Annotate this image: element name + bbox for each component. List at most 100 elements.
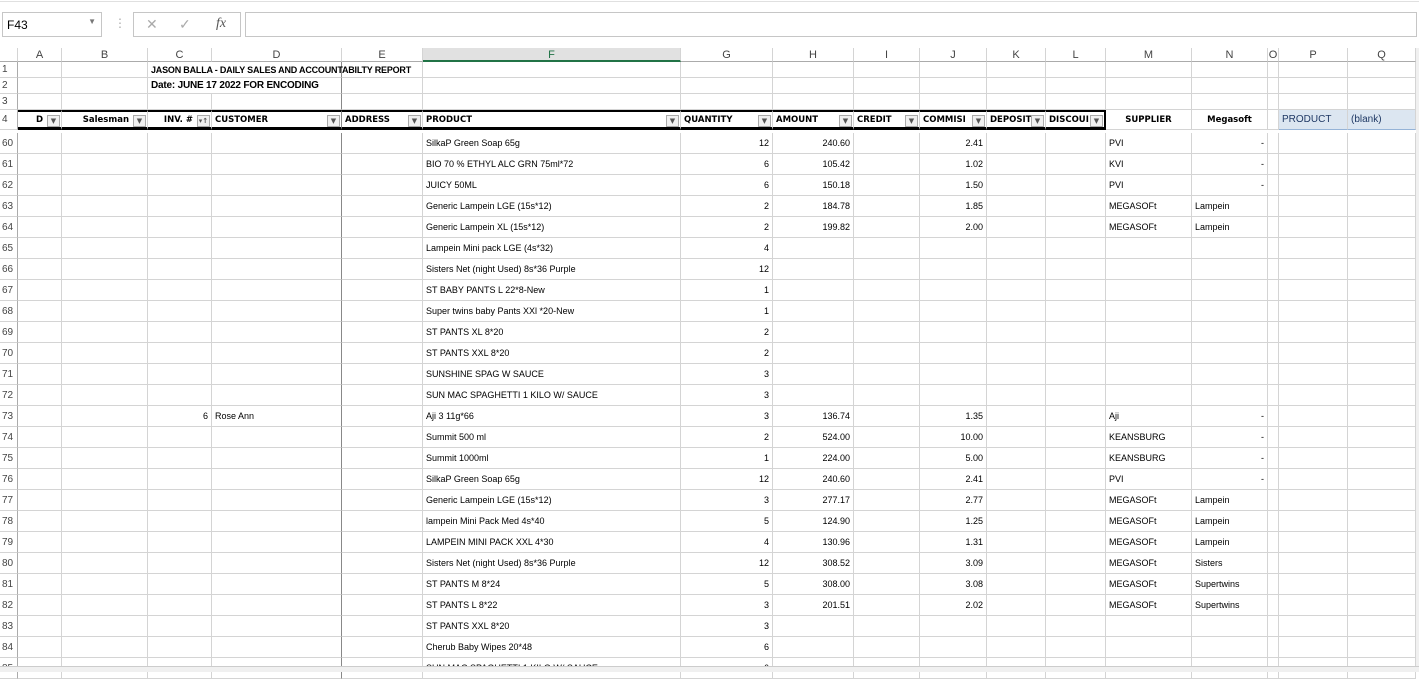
column-header-f[interactable]: F (423, 48, 681, 62)
cell[interactable] (1348, 322, 1416, 343)
cell[interactable] (342, 322, 423, 343)
cell[interactable] (212, 217, 342, 238)
cancel-icon[interactable]: ✕ (146, 16, 158, 33)
row-header[interactable]: 62 (0, 175, 18, 196)
cell[interactable] (1348, 448, 1416, 469)
cell[interactable]: Lampein (1192, 532, 1268, 553)
column-header-j[interactable]: J (920, 48, 987, 62)
column-header-h[interactable]: H (773, 48, 854, 62)
cell[interactable] (1268, 322, 1279, 343)
cell[interactable] (148, 637, 212, 658)
cell[interactable]: Lampein Mini pack LGE (4s*32) (423, 238, 681, 259)
cell[interactable]: 3 (681, 364, 773, 385)
row-header[interactable]: 73 (0, 406, 18, 427)
cell[interactable] (62, 62, 148, 78)
column-header-n[interactable]: N (1192, 48, 1268, 62)
cell[interactable]: - (1192, 448, 1268, 469)
header-m[interactable]: SUPPLIER (1106, 110, 1192, 130)
cell[interactable] (1106, 343, 1192, 364)
cell[interactable] (920, 78, 987, 94)
cell[interactable]: JUICY 50ML (423, 175, 681, 196)
cell[interactable] (854, 406, 920, 427)
cell[interactable] (148, 427, 212, 448)
header-d[interactable]: CUSTOMER ▼ (212, 110, 342, 130)
cell[interactable] (854, 616, 920, 637)
column-header-b[interactable]: B (62, 48, 148, 62)
cell[interactable] (212, 343, 342, 364)
cell[interactable]: BIO 70 % ETHYL ALC GRN 75ml*72 (423, 154, 681, 175)
cell[interactable]: 199.82 (773, 217, 854, 238)
cell[interactable] (1268, 133, 1279, 154)
cell[interactable] (1279, 595, 1348, 616)
cell[interactable]: 1 (681, 448, 773, 469)
cell[interactable]: MEGASOFt (1106, 490, 1192, 511)
cell[interactable] (987, 280, 1046, 301)
cell[interactable] (148, 133, 212, 154)
filter-dropdown-icon[interactable]: ▼ (666, 115, 679, 127)
cell[interactable] (1279, 637, 1348, 658)
cell[interactable]: 5 (681, 574, 773, 595)
cell[interactable] (1046, 217, 1106, 238)
cell[interactable]: KEANSBURG (1106, 427, 1192, 448)
cell[interactable] (18, 553, 62, 574)
cell[interactable]: - (1192, 154, 1268, 175)
cell[interactable] (423, 78, 681, 94)
cell[interactable] (1348, 469, 1416, 490)
cell[interactable]: 2.41 (920, 469, 987, 490)
cell[interactable] (1348, 511, 1416, 532)
cell[interactable] (1268, 94, 1279, 110)
cell[interactable] (18, 94, 62, 110)
cell[interactable] (148, 616, 212, 637)
cell[interactable]: 1.02 (920, 154, 987, 175)
cell[interactable] (773, 322, 854, 343)
cell[interactable] (148, 385, 212, 406)
cell[interactable] (773, 62, 854, 78)
cell[interactable]: LAMPEIN MINI PACK XXL 4*30 (423, 532, 681, 553)
cell[interactable] (987, 469, 1046, 490)
cell[interactable] (18, 196, 62, 217)
cell[interactable] (212, 637, 342, 658)
cell[interactable] (987, 385, 1046, 406)
cell[interactable]: Supertwins (1192, 595, 1268, 616)
column-header-q[interactable]: Q (1348, 48, 1416, 62)
header-g[interactable]: QUANTITY ▼ (681, 110, 773, 130)
cell[interactable] (987, 259, 1046, 280)
cell[interactable]: PVI (1106, 175, 1192, 196)
cell[interactable] (212, 385, 342, 406)
cell[interactable]: 10.00 (920, 427, 987, 448)
cell[interactable] (1348, 133, 1416, 154)
cell[interactable]: 3.09 (920, 553, 987, 574)
cell[interactable] (987, 406, 1046, 427)
cell[interactable] (1046, 343, 1106, 364)
cell[interactable]: Sisters (1192, 553, 1268, 574)
cell[interactable] (62, 217, 148, 238)
cell[interactable] (920, 238, 987, 259)
cell[interactable] (342, 616, 423, 637)
cell[interactable] (62, 637, 148, 658)
cell[interactable] (987, 616, 1046, 637)
cell[interactable] (18, 238, 62, 259)
cell[interactable] (854, 78, 920, 94)
horizontal-scrollbar[interactable] (0, 666, 1419, 672)
cell[interactable] (1279, 78, 1348, 94)
column-header-a[interactable]: A (18, 48, 62, 62)
row-header[interactable]: 68 (0, 301, 18, 322)
enter-icon[interactable]: ✓ (179, 16, 191, 33)
cell[interactable] (1106, 637, 1192, 658)
cell[interactable] (854, 301, 920, 322)
cell[interactable] (1268, 511, 1279, 532)
cell[interactable] (1348, 574, 1416, 595)
cell[interactable] (1348, 238, 1416, 259)
cell[interactable] (773, 616, 854, 637)
cell[interactable] (212, 364, 342, 385)
cell[interactable] (1046, 385, 1106, 406)
cell[interactable] (920, 62, 987, 78)
cell[interactable] (987, 574, 1046, 595)
header-o[interactable] (1268, 110, 1279, 130)
cell[interactable] (212, 553, 342, 574)
cell[interactable] (342, 448, 423, 469)
cell[interactable] (854, 154, 920, 175)
cell[interactable] (342, 427, 423, 448)
cell[interactable]: 2.41 (920, 133, 987, 154)
cell[interactable] (987, 427, 1046, 448)
